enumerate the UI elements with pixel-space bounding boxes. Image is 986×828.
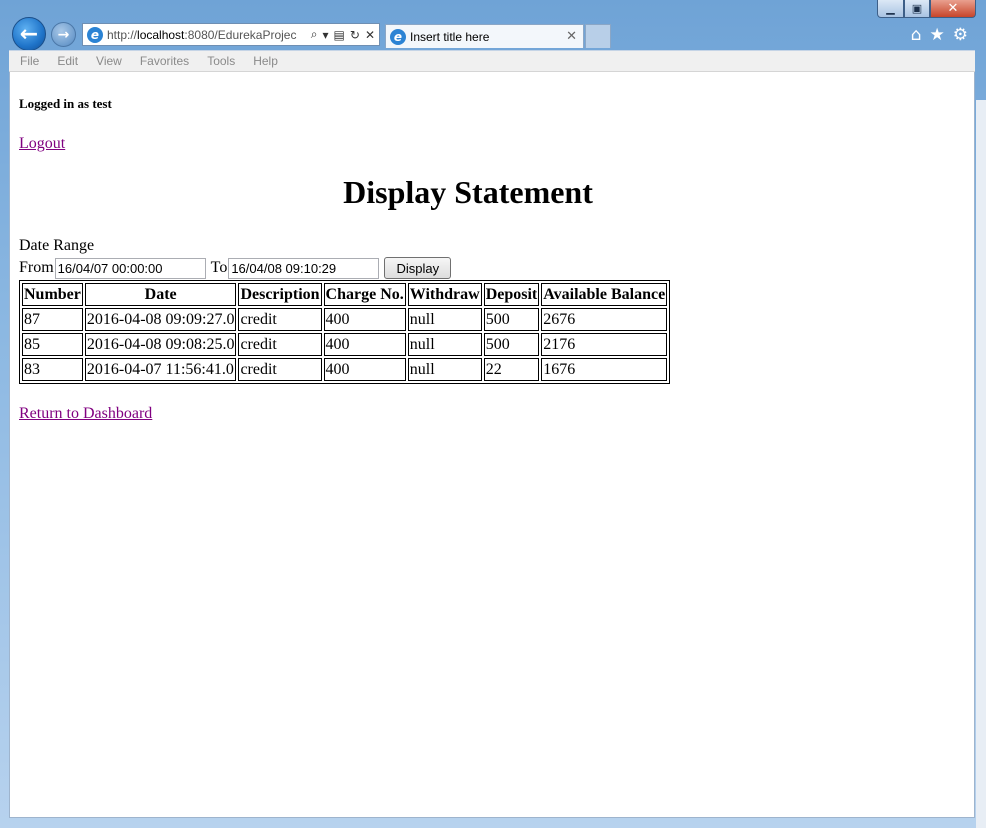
tab-page-icon: e — [390, 28, 406, 45]
cell-charge-no: 400 — [323, 358, 406, 381]
table-row: 85 2016-04-08 09:08:25.0 credit 400 null… — [22, 333, 668, 356]
cell-date: 2016-04-08 09:09:27.0 — [84, 308, 237, 331]
cell-available-balance: 2676 — [541, 308, 668, 331]
table-header-row: Number Date Description Charge No. Withd… — [22, 283, 668, 306]
refresh-icon[interactable]: ↻ — [350, 28, 360, 42]
back-arrow-icon: ← — [19, 21, 39, 47]
window-controls: ▁ ▣ ✕ — [877, 0, 976, 18]
close-icon: ✕ — [947, 1, 959, 16]
browser-tools: ⌂ ★ ⚙ — [911, 25, 968, 45]
from-date-input[interactable] — [54, 257, 206, 279]
cell-number: 87 — [22, 308, 83, 331]
address-tools: ⌕ ▾ ▤ ↻ ✕ — [311, 27, 379, 42]
header-charge-no: Charge No. — [323, 283, 406, 306]
search-icon[interactable]: ⌕ — [311, 27, 318, 42]
from-label: From — [19, 259, 54, 276]
cell-number: 85 — [22, 333, 83, 356]
cell-date: 2016-04-08 09:08:25.0 — [84, 333, 237, 356]
header-number: Number — [22, 283, 83, 306]
favorites-star-icon[interactable]: ★ — [930, 25, 945, 45]
address-url[interactable]: http://localhost:8080/EdurekaProjec — [107, 28, 297, 42]
table-row: 87 2016-04-08 09:09:27.0 credit 400 null… — [22, 308, 668, 331]
logout-link[interactable]: Logout — [19, 135, 65, 153]
cell-deposit: 22 — [483, 358, 540, 381]
menu-view[interactable]: View — [96, 54, 122, 68]
page-title: Display Statement — [343, 174, 593, 210]
cell-charge-no: 400 — [323, 333, 406, 356]
cell-date: 2016-04-07 11:56:41.0 — [84, 358, 237, 381]
table-row: 83 2016-04-07 11:56:41.0 credit 400 null… — [22, 358, 668, 381]
settings-gear-icon[interactable]: ⚙ — [953, 25, 968, 45]
display-button[interactable]: Display — [384, 257, 452, 279]
minimize-button[interactable]: ▁ — [877, 0, 904, 18]
cell-number: 83 — [22, 358, 83, 381]
to-label: To — [210, 259, 228, 276]
address-bar[interactable]: e http://localhost:8080/EdurekaProjec ⌕ … — [82, 23, 380, 46]
header-date: Date — [84, 283, 237, 306]
cell-withdraw: null — [407, 333, 482, 356]
new-tab-button[interactable] — [585, 24, 611, 48]
browser-tab[interactable]: e Insert title here ✕ — [385, 24, 584, 48]
menu-tools[interactable]: Tools — [207, 54, 235, 68]
to-date-input[interactable] — [228, 257, 380, 279]
ie-page-icon: e — [87, 26, 103, 43]
maximize-icon: ▣ — [911, 2, 923, 15]
cell-withdraw: null — [407, 308, 482, 331]
browser-title-bar: ← → e http://localhost:8080/EdurekaProje… — [0, 0, 986, 51]
menu-edit[interactable]: Edit — [57, 54, 78, 68]
cell-charge-no: 400 — [323, 308, 406, 331]
cell-deposit: 500 — [483, 308, 540, 331]
compatibility-view-icon[interactable]: ▤ — [334, 28, 345, 42]
date-range-form: From To Display — [19, 257, 452, 279]
logged-in-status: Logged in as test — [19, 96, 112, 111]
home-icon[interactable]: ⌂ — [911, 25, 922, 45]
header-deposit: Deposit — [483, 283, 540, 306]
url-scheme: http:// — [107, 27, 138, 42]
cell-description: credit — [238, 358, 322, 381]
date-range-label: Date Range — [19, 237, 95, 254]
stop-icon[interactable]: ✕ — [365, 28, 375, 42]
cell-description: credit — [238, 308, 322, 331]
cell-available-balance: 2176 — [541, 333, 668, 356]
dropdown-arrow-icon[interactable]: ▾ — [323, 28, 329, 42]
tab-title: Insert title here — [410, 29, 490, 44]
cell-deposit: 500 — [483, 333, 540, 356]
minimize-icon: ▁ — [886, 2, 895, 15]
maximize-button[interactable]: ▣ — [904, 0, 930, 18]
header-available-balance: Available Balance — [541, 283, 668, 306]
forward-arrow-icon: → — [57, 26, 70, 43]
statement-table: Number Date Description Charge No. Withd… — [19, 280, 671, 384]
url-host: localhost — [137, 27, 185, 42]
menu-favorites[interactable]: Favorites — [140, 54, 189, 68]
cell-available-balance: 1676 — [541, 358, 668, 381]
close-button[interactable]: ✕ — [930, 0, 976, 18]
header-description: Description — [238, 283, 322, 306]
forward-button[interactable]: → — [51, 22, 76, 47]
tab-close-icon[interactable]: ✕ — [560, 29, 583, 44]
desktop-background — [976, 100, 986, 828]
cell-description: credit — [238, 333, 322, 356]
url-path: :8080/EdurekaProjec — [184, 27, 297, 42]
header-withdraw: Withdraw — [407, 283, 482, 306]
page-viewport: Logged in as test Logout Display Stateme… — [9, 72, 975, 818]
menu-bar: File Edit View Favorites Tools Help — [9, 50, 975, 72]
return-to-dashboard-link[interactable]: Return to Dashboard — [19, 405, 152, 423]
menu-file[interactable]: File — [20, 54, 39, 68]
menu-help[interactable]: Help — [253, 54, 278, 68]
cell-withdraw: null — [407, 358, 482, 381]
back-button[interactable]: ← — [12, 17, 46, 51]
